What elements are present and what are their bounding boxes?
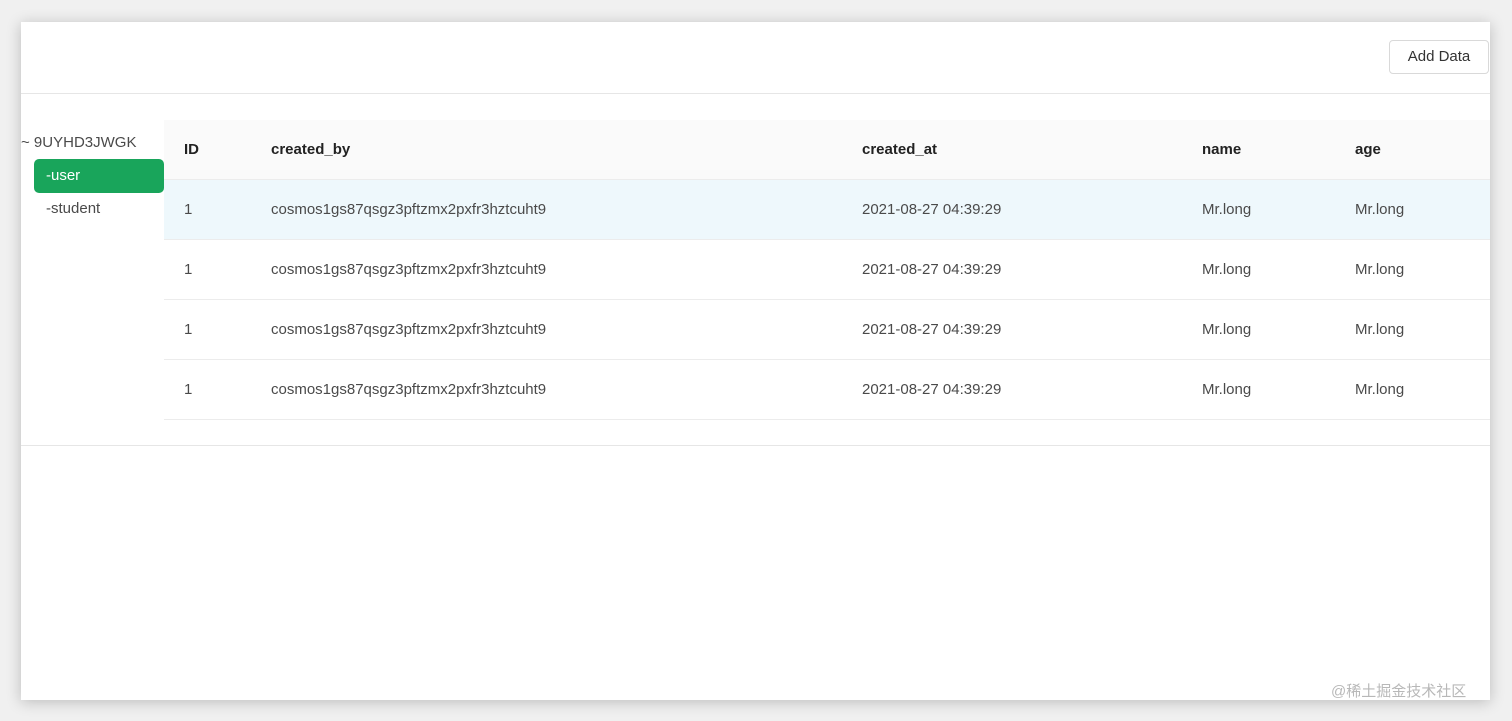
- add-data-button[interactable]: Add Data: [1389, 40, 1489, 74]
- cell-created-by: cosmos1gs87qsgz3pftzmx2pxfr3hztcuht9: [251, 179, 842, 240]
- table-header-row: ID created_by created_at name age: [164, 120, 1490, 180]
- cell-created-at: 2021-08-27 04:39:29: [842, 359, 1182, 420]
- table-row[interactable]: 1 cosmos1gs87qsgz3pftzmx2pxfr3hztcuht9 2…: [164, 239, 1490, 300]
- column-header-name[interactable]: name: [1182, 120, 1335, 180]
- tree-item-user[interactable]: -user: [34, 159, 164, 193]
- column-header-id[interactable]: ID: [164, 120, 251, 180]
- main-content: ~ 9UYHD3JWGK -user -student ID created_b…: [21, 94, 1490, 446]
- toolbar: Add Data: [21, 22, 1490, 94]
- cell-name: Mr.long: [1182, 179, 1335, 240]
- data-table: ID created_by created_at name age 1 cosm…: [164, 120, 1490, 420]
- watermark-text: @稀土掘金技术社区: [1331, 683, 1467, 700]
- cell-name: Mr.long: [1182, 239, 1335, 300]
- table-row[interactable]: 1 cosmos1gs87qsgz3pftzmx2pxfr3hztcuht9 2…: [164, 299, 1490, 360]
- table-row[interactable]: 1 cosmos1gs87qsgz3pftzmx2pxfr3hztcuht9 2…: [164, 359, 1490, 420]
- cell-id: 1: [164, 299, 251, 360]
- cell-created-by: cosmos1gs87qsgz3pftzmx2pxfr3hztcuht9: [251, 239, 842, 300]
- column-header-created-at[interactable]: created_at: [842, 120, 1182, 180]
- cell-age: Mr.long: [1335, 179, 1490, 240]
- cell-name: Mr.long: [1182, 359, 1335, 420]
- cell-age: Mr.long: [1335, 359, 1490, 420]
- cell-name: Mr.long: [1182, 299, 1335, 360]
- cell-created-by: cosmos1gs87qsgz3pftzmx2pxfr3hztcuht9: [251, 299, 842, 360]
- cell-created-at: 2021-08-27 04:39:29: [842, 179, 1182, 240]
- tree-item-student[interactable]: -student: [34, 192, 164, 226]
- table-row[interactable]: 1 cosmos1gs87qsgz3pftzmx2pxfr3hztcuht9 2…: [164, 179, 1490, 240]
- tree-root-label[interactable]: ~ 9UYHD3JWGK: [21, 132, 136, 154]
- cell-id: 1: [164, 239, 251, 300]
- column-header-age[interactable]: age: [1335, 120, 1490, 180]
- cell-id: 1: [164, 179, 251, 240]
- cell-id: 1: [164, 359, 251, 420]
- cell-age: Mr.long: [1335, 239, 1490, 300]
- app-window: Add Data ~ 9UYHD3JWGK -user -student ID: [21, 22, 1490, 700]
- column-header-created-by[interactable]: created_by: [251, 120, 842, 180]
- cell-created-at: 2021-08-27 04:39:29: [842, 299, 1182, 360]
- cell-created-by: cosmos1gs87qsgz3pftzmx2pxfr3hztcuht9: [251, 359, 842, 420]
- cell-age: Mr.long: [1335, 299, 1490, 360]
- cell-created-at: 2021-08-27 04:39:29: [842, 239, 1182, 300]
